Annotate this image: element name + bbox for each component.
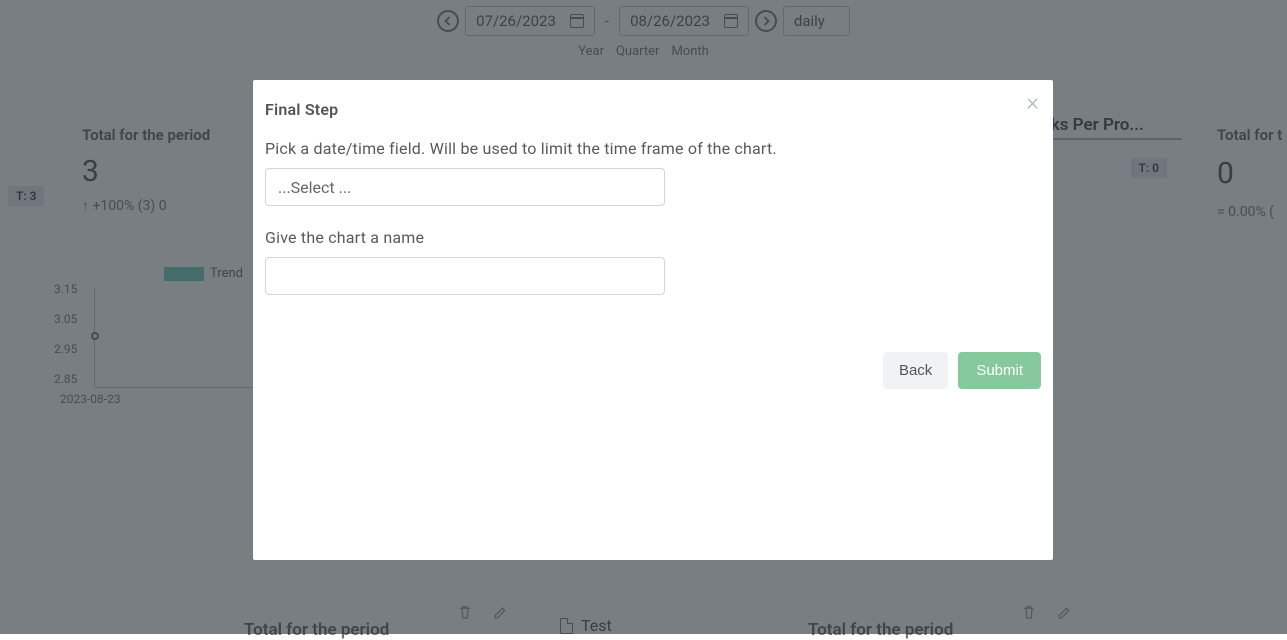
chart-name-label: Give the chart a name: [265, 228, 1041, 247]
submit-button[interactable]: Submit: [958, 352, 1041, 389]
select-placeholder: ...Select ...: [278, 178, 351, 197]
chart-name-input[interactable]: [265, 257, 665, 295]
back-button[interactable]: Back: [883, 352, 948, 389]
final-step-modal: × Final Step Pick a date/time field. Wil…: [253, 80, 1053, 560]
date-field-select[interactable]: ...Select ...: [265, 168, 665, 206]
modal-title: Final Step: [265, 100, 1041, 119]
date-field-label: Pick a date/time field. Will be used to …: [265, 139, 1041, 158]
close-icon[interactable]: ×: [1026, 90, 1039, 114]
modal-footer: Back Submit: [883, 352, 1041, 389]
